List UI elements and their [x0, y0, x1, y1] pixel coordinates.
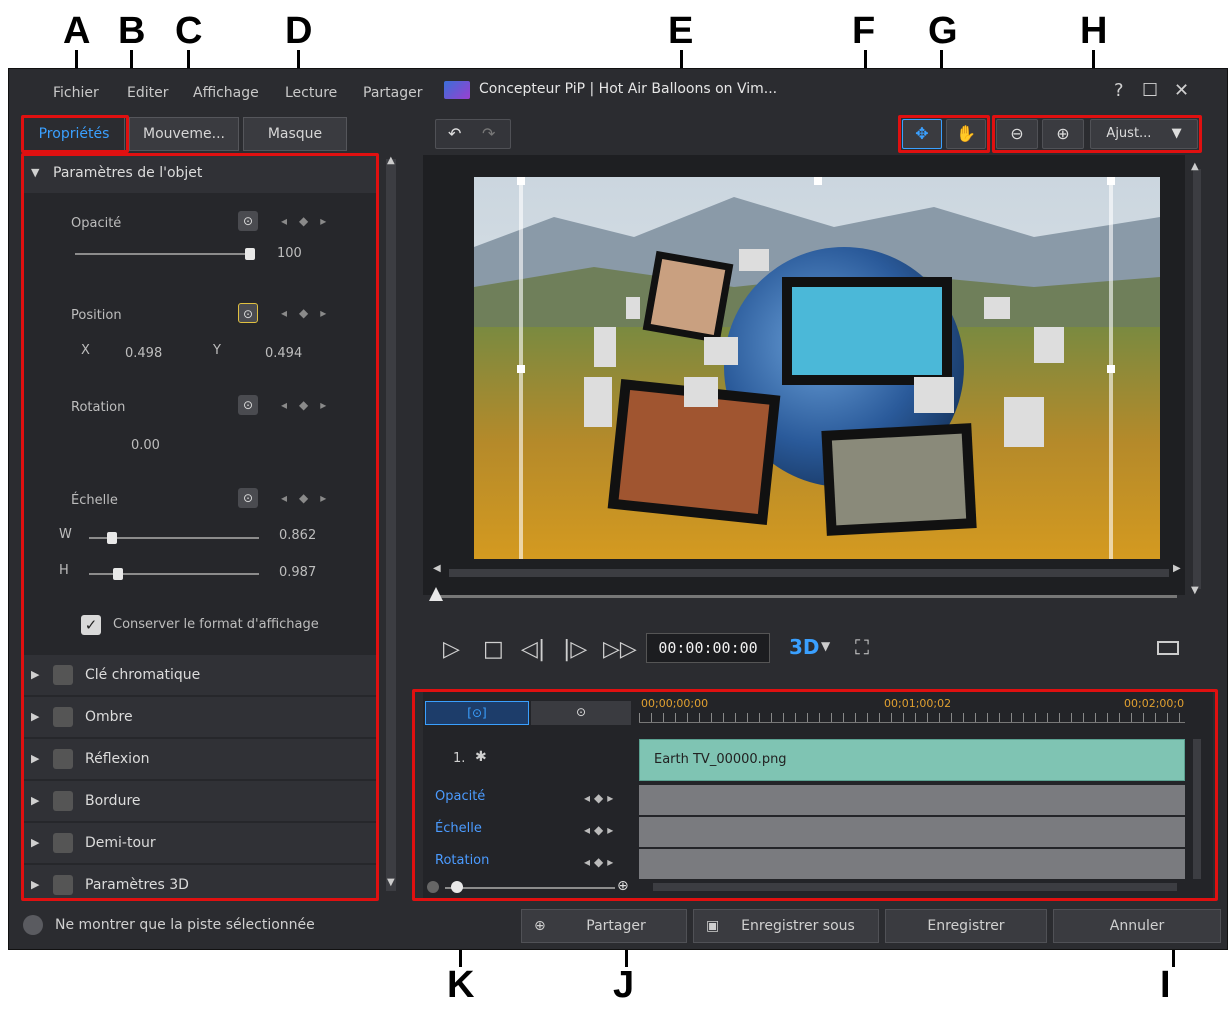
menu-share[interactable]: Partager: [363, 85, 422, 101]
3d-mode-toggle[interactable]: 3D: [789, 635, 820, 659]
preview-scroll-down-icon[interactable]: ▼: [1191, 585, 1199, 596]
window-title: Concepteur PiP | Hot Air Balloons on Vim…: [479, 81, 778, 97]
preview-vertical-scrollbar[interactable]: [1193, 169, 1201, 589]
preview-horizontal-scrollbar[interactable]: [449, 569, 1169, 577]
callout-h: H: [1080, 10, 1108, 52]
share-button[interactable]: ⊕ Partager: [521, 909, 687, 943]
next-frame-icon[interactable]: |▷: [563, 637, 587, 662]
menu-file[interactable]: Fichier: [53, 85, 99, 101]
help-icon[interactable]: ?: [1114, 80, 1124, 101]
menu-view[interactable]: Affichage: [193, 85, 259, 101]
show-selected-track-checkbox[interactable]: [23, 915, 43, 935]
scroll-up-icon[interactable]: ▲: [387, 155, 395, 166]
callout-b: B: [118, 10, 146, 52]
callout-d: D: [285, 10, 313, 52]
share-globe-icon: ⊕: [534, 918, 546, 934]
save-as-icon: ▣: [706, 918, 720, 934]
pip-designer-icon: [444, 81, 470, 99]
preview-scroll-left-icon[interactable]: ◀: [433, 563, 441, 574]
video-preview[interactable]: [474, 177, 1160, 559]
properties-scrollbar[interactable]: [386, 159, 396, 891]
callout-f: F: [852, 10, 876, 52]
highlight-a: [21, 115, 129, 153]
highlight-g: [898, 115, 990, 153]
pip-designer-window: Fichier Editer Affichage Lecture Partage…: [8, 68, 1228, 950]
callout-c: C: [175, 10, 203, 52]
stop-icon[interactable]: □: [483, 637, 504, 662]
previous-frame-icon[interactable]: ◁|: [521, 637, 545, 662]
save-as-button-label: Enregistrer sous: [741, 918, 855, 934]
preview-scroll-right-icon[interactable]: ▶: [1173, 563, 1181, 574]
close-icon[interactable]: ✕: [1174, 80, 1189, 101]
preview-image: [474, 177, 1160, 559]
callout-g: G: [928, 10, 958, 52]
maximize-icon[interactable]: ☐: [1142, 80, 1158, 101]
share-button-label: Partager: [586, 918, 646, 934]
redo-icon[interactable]: ↷: [482, 120, 495, 148]
fast-forward-icon[interactable]: ▷▷: [603, 637, 637, 662]
callout-i: I: [1160, 964, 1171, 1006]
undo-redo-group: ↶ ↷: [435, 119, 511, 149]
safe-zone-icon[interactable]: [1157, 641, 1179, 655]
play-icon[interactable]: ▷: [443, 637, 460, 662]
tab-mask[interactable]: Masque: [243, 117, 347, 151]
playback-progress-slider[interactable]: [437, 595, 1177, 598]
tab-motion[interactable]: Mouveme...: [129, 117, 239, 151]
3d-mode-chevron-icon[interactable]: ▼: [821, 639, 830, 653]
callout-j: J: [613, 964, 635, 1006]
highlight-h: [992, 115, 1202, 153]
save-as-button[interactable]: ▣ Enregistrer sous: [693, 909, 879, 943]
callout-k: K: [447, 964, 475, 1006]
timecode-display[interactable]: 00:00:00:00: [646, 633, 770, 663]
fullscreen-icon[interactable]: ⛶: [855, 635, 869, 659]
callout-a: A: [63, 10, 91, 52]
highlight-k: [412, 689, 1218, 901]
scroll-down-icon[interactable]: ▼: [387, 877, 395, 888]
undo-icon[interactable]: ↶: [448, 120, 461, 148]
save-button[interactable]: Enregistrer: [885, 909, 1047, 943]
menu-playback[interactable]: Lecture: [285, 85, 337, 101]
preview-scroll-up-icon[interactable]: ▲: [1191, 161, 1199, 172]
menu-edit[interactable]: Editer: [127, 85, 168, 101]
highlight-b: [21, 153, 379, 901]
callout-e: E: [668, 10, 694, 52]
screenshot-root: A B C D E F G H I J K Fichier Editer Aff…: [0, 0, 1228, 1009]
cancel-button[interactable]: Annuler: [1053, 909, 1221, 943]
show-selected-track-label: Ne montrer que la piste sélectionnée: [55, 917, 315, 933]
